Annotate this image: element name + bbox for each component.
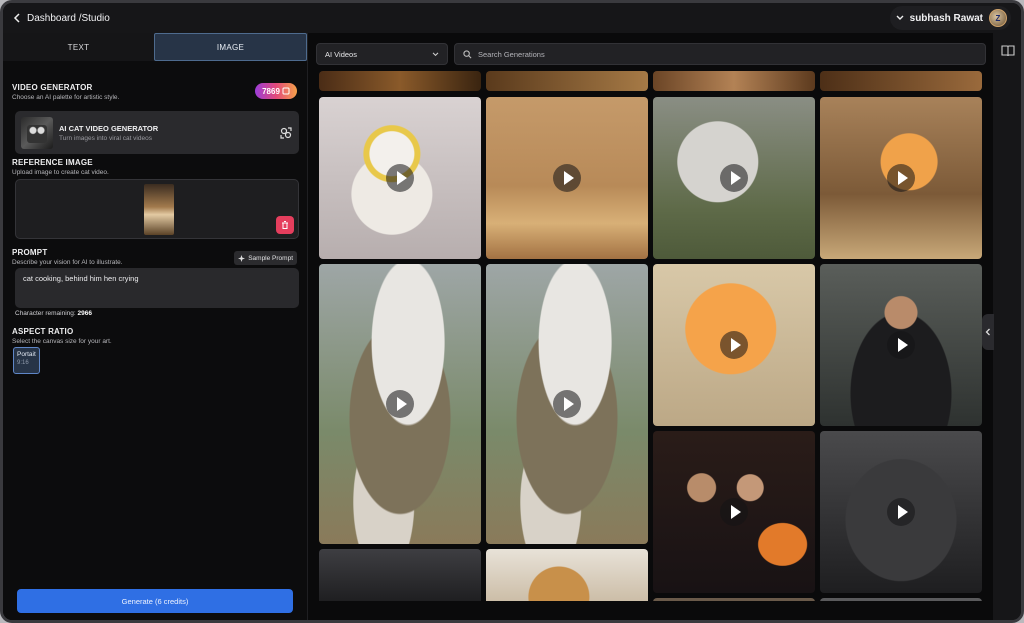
video-card[interactable] bbox=[486, 264, 648, 544]
sparkle-icon bbox=[238, 254, 246, 262]
search-input[interactable]: Search Generations bbox=[454, 43, 986, 65]
user-name: subhash Rawat bbox=[909, 12, 983, 24]
play-icon[interactable] bbox=[887, 498, 915, 526]
video-card[interactable] bbox=[486, 71, 648, 91]
aspect-ratio-header: ASPECT RATIO Select the canvas size for … bbox=[12, 327, 297, 345]
avatar[interactable]: Z bbox=[989, 9, 1007, 27]
generator-text: AI CAT VIDEO GENERATOR Turn images into … bbox=[59, 124, 158, 142]
mode-tabs: TEXT IMAGE bbox=[3, 33, 307, 61]
chevron-down-icon bbox=[896, 15, 904, 20]
tab-text[interactable]: TEXT bbox=[3, 33, 154, 61]
play-icon[interactable] bbox=[887, 331, 915, 359]
video-card[interactable] bbox=[653, 431, 815, 593]
breadcrumb-text: Dashboard /Studio bbox=[27, 12, 110, 24]
sample-prompt-button[interactable]: Sample Prompt bbox=[234, 251, 297, 265]
aspect-ratio-subtitle: Select the canvas size for your art. bbox=[12, 338, 112, 345]
top-bar: Dashboard /Studio subhash Rawat Z bbox=[3, 3, 1021, 33]
gallery-toolbar: AI Videos Search Generations bbox=[316, 43, 986, 65]
sample-prompt-label: Sample Prompt bbox=[248, 254, 293, 262]
play-icon[interactable] bbox=[553, 164, 581, 192]
reference-image-subtitle: Upload image to create cat video. bbox=[12, 169, 109, 176]
chevron-down-icon bbox=[432, 51, 439, 56]
chevron-left-icon bbox=[985, 328, 990, 336]
book-icon[interactable] bbox=[1001, 44, 1015, 58]
generate-button[interactable]: Generate (6 credits) bbox=[17, 589, 293, 613]
video-card[interactable] bbox=[820, 598, 982, 601]
reference-image-upload[interactable] bbox=[15, 179, 299, 239]
trash-icon bbox=[282, 221, 288, 229]
generations-grid bbox=[319, 71, 985, 601]
video-card[interactable] bbox=[486, 97, 648, 259]
video-card[interactable] bbox=[319, 71, 481, 91]
play-icon[interactable] bbox=[386, 164, 414, 192]
video-generator-subtitle: Choose an AI palette for artistic style. bbox=[12, 94, 120, 101]
generator-thumbnail bbox=[21, 116, 53, 149]
generator-card[interactable]: AI CAT VIDEO GENERATOR Turn images into … bbox=[15, 111, 299, 154]
chevron-left-icon bbox=[13, 13, 20, 23]
video-card[interactable] bbox=[653, 71, 815, 91]
video-generator-section: VIDEO GENERATOR Choose an AI palette for… bbox=[12, 83, 299, 163]
play-icon[interactable] bbox=[553, 390, 581, 418]
aspect-ratio-title: ASPECT RATIO bbox=[12, 327, 74, 336]
video-card[interactable] bbox=[653, 264, 815, 426]
delete-image-button[interactable] bbox=[276, 216, 294, 234]
character-count-value: 2966 bbox=[77, 310, 92, 317]
prompt-input[interactable]: cat cooking, behind him hen crying bbox=[15, 268, 299, 308]
swap-icon[interactable] bbox=[279, 126, 293, 140]
video-card[interactable] bbox=[319, 264, 481, 544]
play-icon[interactable] bbox=[720, 331, 748, 359]
video-card[interactable] bbox=[319, 97, 481, 259]
tab-image[interactable]: IMAGE bbox=[154, 33, 307, 61]
user-menu[interactable]: subhash Rawat Z bbox=[889, 6, 1011, 30]
breadcrumb[interactable]: Dashboard /Studio bbox=[13, 13, 110, 24]
generator-description: Turn images into viral cat videos bbox=[59, 134, 152, 142]
collapse-panel-button[interactable] bbox=[982, 314, 994, 350]
aspect-option-label: Portait bbox=[17, 351, 36, 358]
aspect-portrait-option[interactable]: Portait 9:16 bbox=[13, 347, 40, 374]
filter-select[interactable]: AI Videos bbox=[316, 43, 448, 65]
generator-name: AI CAT VIDEO GENERATOR bbox=[59, 123, 159, 133]
video-card[interactable] bbox=[820, 431, 982, 593]
play-icon[interactable] bbox=[720, 164, 748, 192]
video-card[interactable] bbox=[820, 71, 982, 91]
search-icon bbox=[463, 49, 472, 58]
play-icon[interactable] bbox=[720, 498, 748, 526]
play-icon[interactable] bbox=[887, 164, 915, 192]
video-card[interactable] bbox=[486, 549, 648, 601]
credits-badge[interactable]: 7869 bbox=[255, 83, 297, 99]
right-gutter bbox=[993, 33, 1021, 620]
character-count-label: Character remaining: bbox=[15, 310, 76, 317]
video-card[interactable] bbox=[820, 97, 982, 259]
search-placeholder: Search Generations bbox=[478, 49, 545, 59]
video-card[interactable] bbox=[653, 598, 815, 601]
filter-selected: AI Videos bbox=[325, 49, 357, 59]
app-window: Dashboard /Studio subhash Rawat Z TEXT I… bbox=[0, 0, 1024, 623]
character-count: Character remaining: 2966 bbox=[15, 310, 92, 317]
aspect-option-ratio: 9:16 bbox=[17, 360, 29, 366]
video-card[interactable] bbox=[319, 549, 481, 601]
reference-image-title: REFERENCE IMAGE bbox=[12, 158, 93, 167]
video-card[interactable] bbox=[820, 264, 982, 426]
video-card[interactable] bbox=[653, 97, 815, 259]
credits-value: 7869 bbox=[262, 86, 280, 96]
left-panel: TEXT IMAGE VIDEO GENERATOR Choose an AI … bbox=[3, 33, 308, 620]
reference-image-thumbnail bbox=[144, 184, 174, 235]
play-icon[interactable] bbox=[386, 390, 414, 418]
coin-icon bbox=[282, 87, 290, 95]
